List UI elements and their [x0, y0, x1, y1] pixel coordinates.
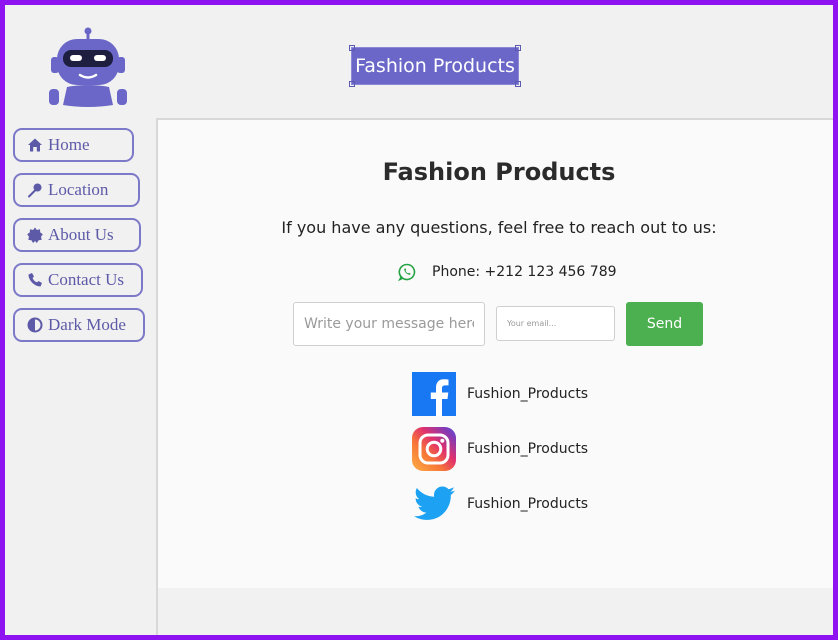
social-handle: Fushion_Products [467, 440, 589, 457]
facebook-icon [412, 371, 456, 416]
robot-logo-icon [43, 27, 133, 109]
social-handle: Fushion_Products [467, 385, 589, 402]
page-title: Fashion Products [382, 158, 616, 186]
half-circle-icon [27, 317, 43, 333]
whatsapp-icon [398, 263, 416, 281]
sidebar-item-contact-us[interactable]: Contact Us [13, 263, 143, 297]
header-title[interactable]: Fashion Products [349, 45, 521, 87]
instagram-icon [412, 426, 456, 471]
resize-handle[interactable] [349, 81, 355, 87]
badge-icon [27, 227, 43, 243]
location-pin-icon [28, 183, 42, 198]
main-footer-area [156, 588, 833, 635]
app-window: Fashion Products Home Location About Us [0, 0, 838, 640]
sidebar-item-label: Location [48, 180, 109, 199]
message-input[interactable] [293, 302, 485, 346]
sidebar-item-about-us[interactable]: About Us [13, 218, 141, 252]
sidebar-item-label: About Us [48, 225, 114, 244]
social-instagram[interactable]: Fushion_Products [412, 426, 588, 471]
social-facebook[interactable]: Fushion_Products [412, 371, 588, 416]
twitter-icon [414, 486, 455, 520]
resize-handle[interactable] [515, 45, 521, 51]
sidebar-item-home[interactable]: Home [13, 128, 134, 162]
social-handle: Fushion_Products [467, 495, 589, 512]
header-title-text: Fashion Products [355, 55, 515, 77]
intro-text: If you have any questions, feel free to … [281, 218, 717, 237]
resize-handle[interactable] [349, 45, 355, 51]
sidebar: Home Location About Us Contact Us Dark M… [5, 118, 156, 635]
send-button[interactable]: Send [626, 302, 703, 346]
main-content: Fashion Products If you have any questio… [156, 118, 833, 588]
email-input[interactable] [496, 306, 615, 341]
sidebar-item-label: Home [48, 135, 90, 154]
sidebar-item-label: Dark Mode [48, 315, 126, 334]
phone-icon [28, 273, 42, 287]
phone-row: Phone: +212 123 456 789 [398, 261, 617, 283]
social-twitter[interactable]: Fushion_Products [412, 481, 588, 526]
sidebar-item-location[interactable]: Location [13, 173, 140, 207]
sidebar-item-label: Contact Us [48, 270, 125, 289]
sidebar-item-dark-mode[interactable]: Dark Mode [13, 308, 145, 342]
phone-text: Phone: +212 123 456 789 [432, 264, 617, 280]
resize-handle[interactable] [515, 81, 521, 87]
home-icon [28, 138, 42, 152]
